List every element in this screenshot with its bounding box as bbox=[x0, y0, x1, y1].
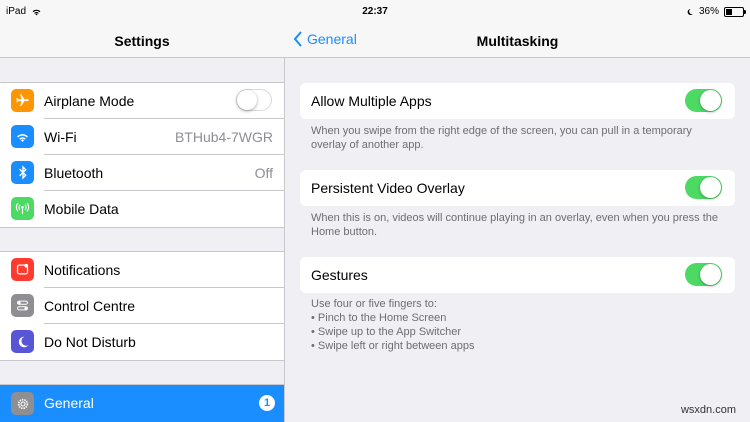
sidebar-item-wifi[interactable]: Wi-Fi BTHub4-7WGR bbox=[0, 119, 284, 155]
sidebar-item-general[interactable]: General 1 bbox=[0, 385, 284, 422]
gear-icon bbox=[11, 392, 34, 415]
settings-group-system: Notifications Control Centre Do Not Dist… bbox=[0, 251, 284, 361]
gesture-item: • Pinch to the Home Screen bbox=[311, 312, 447, 324]
sidebar-item-airplane-mode[interactable]: Airplane Mode bbox=[0, 83, 284, 119]
persistent-video-overlay-toggle[interactable] bbox=[685, 176, 722, 199]
multitasking-panel: General Multitasking Allow Multiple Apps… bbox=[285, 0, 750, 422]
airplane-icon bbox=[11, 89, 34, 112]
setting-footer: When you swipe from the right edge of th… bbox=[311, 125, 692, 151]
sidebar-item-label: General bbox=[44, 395, 94, 411]
battery-percent: 36% bbox=[698, 6, 719, 17]
allow-multiple-apps-toggle[interactable] bbox=[685, 89, 722, 112]
gesture-item: • Swipe left or right between apps bbox=[311, 340, 475, 352]
settings-sidebar: Settings Airplane Mode Wi-Fi BTHub4-7WGR… bbox=[0, 0, 285, 422]
sidebar-item-notifications[interactable]: Notifications bbox=[0, 252, 284, 288]
sidebar-item-label: Control Centre bbox=[44, 298, 136, 314]
gestures-toggle[interactable] bbox=[685, 263, 722, 286]
antenna-icon bbox=[11, 197, 34, 220]
update-badge: 1 bbox=[259, 395, 275, 411]
watermark: wsxdn.com bbox=[680, 404, 736, 416]
moon-icon bbox=[11, 330, 34, 353]
sidebar-item-label: Bluetooth bbox=[44, 165, 104, 181]
setting-gestures: Gestures bbox=[300, 257, 735, 293]
sidebar-item-bluetooth[interactable]: Bluetooth Off bbox=[0, 155, 284, 191]
sidebar-item-label: Wi-Fi bbox=[44, 129, 77, 145]
gestures-intro: Use four or five fingers to: bbox=[311, 298, 437, 310]
notifications-icon bbox=[11, 258, 34, 281]
gestures-footer: Use four or five fingers to: • Pinch to … bbox=[311, 297, 721, 353]
sidebar-item-label: Do Not Disturb bbox=[44, 334, 136, 350]
setting-label: Allow Multiple Apps bbox=[311, 93, 432, 109]
setting-label: Persistent Video Overlay bbox=[311, 180, 465, 196]
wifi-icon bbox=[11, 125, 34, 148]
moon-status-icon bbox=[687, 8, 693, 15]
control-centre-icon bbox=[11, 294, 34, 317]
sidebar-title: Settings bbox=[114, 33, 170, 49]
sidebar-item-mobile-data[interactable]: Mobile Data bbox=[0, 191, 284, 227]
settings-group-general: General 1 bbox=[0, 384, 284, 422]
battery-icon bbox=[724, 6, 746, 17]
airplane-mode-toggle[interactable] bbox=[236, 89, 272, 111]
bluetooth-status-value: Off bbox=[254, 165, 273, 181]
setting-allow-multiple-apps: Allow Multiple Apps bbox=[300, 83, 735, 119]
status-bar: iPad 22:37 36% bbox=[0, 0, 750, 22]
wifi-network-value: BTHub4-7WGR bbox=[174, 129, 273, 145]
clock: 22:37 bbox=[362, 6, 388, 17]
gesture-item: • Swipe up to the App Switcher bbox=[311, 326, 461, 338]
setting-persistent-video-overlay: Persistent Video Overlay bbox=[300, 170, 735, 206]
bluetooth-icon bbox=[11, 161, 34, 184]
sidebar-item-control-centre[interactable]: Control Centre bbox=[0, 288, 284, 324]
sidebar-item-label: Mobile Data bbox=[44, 201, 119, 217]
settings-group-connectivity: Airplane Mode Wi-Fi BTHub4-7WGR Bluetoot… bbox=[0, 82, 284, 228]
page-title: Multitasking bbox=[476, 33, 559, 49]
setting-footer: When this is on, videos will continue pl… bbox=[311, 212, 719, 238]
sidebar-item-do-not-disturb[interactable]: Do Not Disturb bbox=[0, 324, 284, 360]
sidebar-item-label: Airplane Mode bbox=[44, 93, 135, 109]
sidebar-item-label: Notifications bbox=[44, 262, 121, 278]
setting-label: Gestures bbox=[311, 267, 368, 283]
